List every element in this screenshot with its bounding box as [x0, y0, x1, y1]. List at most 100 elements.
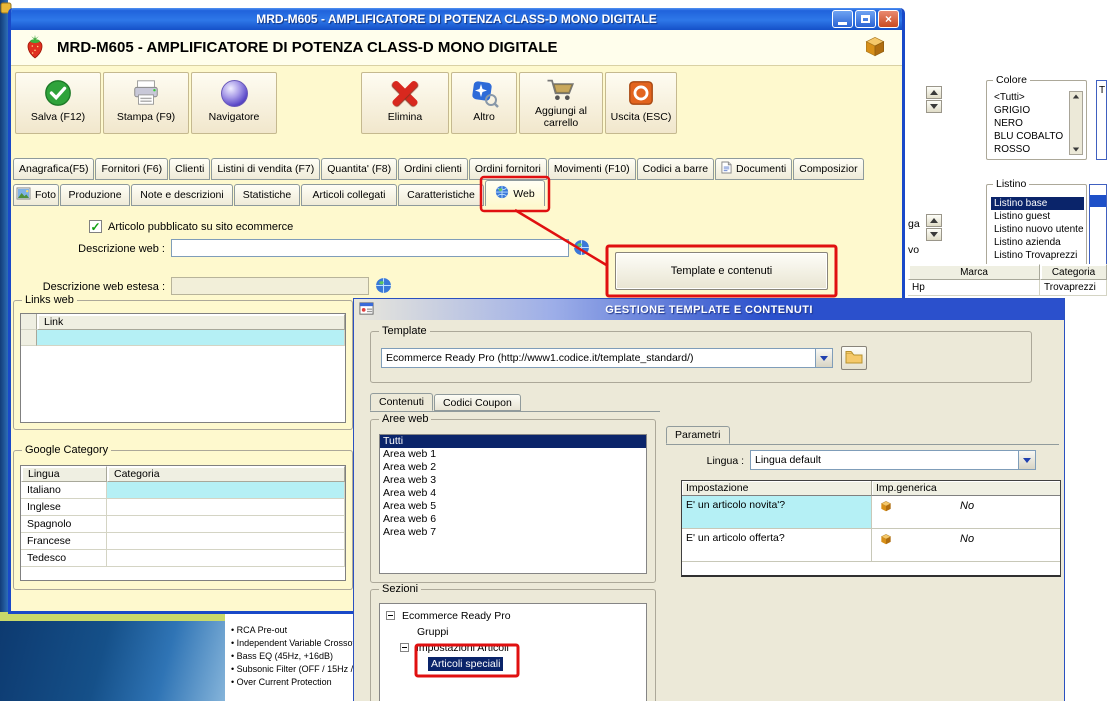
tab-articoli-collegati[interactable]: Articoli collegati: [301, 184, 397, 206]
tab-caratteristiche[interactable]: Caratteristiche: [398, 184, 484, 206]
tab-codici-barre[interactable]: Codici a barre: [636, 158, 715, 180]
list-item[interactable]: Area web 3: [380, 474, 646, 487]
list-item-selected[interactable]: Tutti: [380, 435, 646, 448]
background-spinner-colore[interactable]: [926, 86, 942, 114]
tab-foto[interactable]: Foto: [13, 184, 59, 206]
uscita-button[interactable]: Uscita (ESC): [605, 72, 677, 134]
scroll-up-icon[interactable]: [1072, 94, 1080, 99]
categoria-cell-selected[interactable]: [107, 482, 345, 499]
lingua-cell[interactable]: Francese: [21, 533, 107, 550]
tree-node-root[interactable]: Ecommerce Ready Pro: [386, 608, 514, 623]
spin-up-icon[interactable]: [926, 214, 942, 227]
lingua-cell[interactable]: Spagnolo: [21, 516, 107, 533]
list-item[interactable]: Area web 2: [380, 461, 646, 474]
dialog-titlebar[interactable]: GESTIONE TEMPLATE E CONTENUTI: [354, 299, 1064, 320]
tab-movimenti[interactable]: Movimenti (F10): [547, 158, 636, 180]
list-item[interactable]: Listino azienda: [991, 236, 1084, 249]
aggiungi-carrello-button[interactable]: Aggiungi al carrello: [519, 72, 603, 134]
link-cell-selected[interactable]: [37, 330, 345, 346]
lingua-cell[interactable]: Tedesco: [21, 550, 107, 567]
list-item[interactable]: GRIGIO: [991, 104, 1065, 117]
row-selector[interactable]: [21, 330, 37, 346]
impostazione-column-header[interactable]: Impostazione: [682, 481, 872, 496]
list-item[interactable]: BLU COBALTO: [991, 130, 1065, 143]
sezioni-tree[interactable]: Ecommerce Ready Pro Gruppi Impostazioni …: [379, 603, 647, 701]
browse-template-button[interactable]: [841, 346, 867, 370]
imp-generica-cell[interactable]: No: [872, 529, 1060, 562]
table-row[interactable]: E' un articolo offerta? No: [682, 529, 1060, 562]
tab-parametri[interactable]: Parametri: [666, 426, 730, 444]
marca-column-header[interactable]: Marca: [908, 264, 1040, 280]
categoria-cell[interactable]: [107, 533, 345, 550]
close-button[interactable]: [878, 10, 899, 28]
table-row[interactable]: Italiano: [21, 482, 345, 499]
impostazione-cell[interactable]: E' un articolo offerta?: [682, 529, 872, 562]
tab-produzione[interactable]: Produzione: [60, 184, 130, 206]
link-column-header[interactable]: Link: [37, 314, 345, 330]
table-row[interactable]: Tedesco: [21, 550, 345, 567]
table-row[interactable]: Inglese: [21, 499, 345, 516]
salva-button[interactable]: Salva (F12): [15, 72, 101, 134]
tree-node-gruppi[interactable]: Gruppi: [414, 624, 452, 639]
list-item[interactable]: Area web 5: [380, 500, 646, 513]
table-row[interactable]: Francese: [21, 533, 345, 550]
navigatore-button[interactable]: Navigatore: [191, 72, 277, 134]
globe-icon[interactable]: [573, 239, 590, 259]
tab-quantita[interactable]: Quantita' (F8): [321, 158, 398, 180]
imp-generica-column-header[interactable]: Imp.generica: [872, 481, 1060, 496]
lingua-cell[interactable]: Inglese: [21, 499, 107, 516]
tab-ordini-fornitori[interactable]: Ordini fornitori: [468, 158, 547, 180]
list-item[interactable]: Listino nuovo utente: [991, 223, 1084, 236]
ecommerce-publish-checkbox[interactable]: [89, 220, 102, 233]
collapse-icon[interactable]: [386, 611, 395, 620]
list-item[interactable]: Listino Trovaprezzi: [991, 249, 1084, 262]
tab-ordini-clienti[interactable]: Ordini clienti: [398, 158, 468, 180]
descrizione-web-input[interactable]: [171, 239, 569, 257]
tree-node-articoli-speciali[interactable]: Articoli speciali: [428, 656, 504, 671]
chevron-down-icon[interactable]: [1018, 451, 1035, 469]
template-contenuti-button[interactable]: Template e contenuti: [615, 252, 828, 290]
list-item[interactable]: Area web 4: [380, 487, 646, 500]
list-item[interactable]: Area web 6: [380, 513, 646, 526]
lingua-combobox[interactable]: Lingua default: [750, 450, 1036, 470]
lingua-column-header[interactable]: Lingua: [21, 466, 107, 482]
tab-fornitori[interactable]: Fornitori (F6): [95, 158, 169, 180]
tab-documenti[interactable]: Documenti: [715, 158, 793, 180]
collapse-icon[interactable]: [400, 643, 409, 652]
table-row[interactable]: [21, 330, 345, 346]
tab-web[interactable]: Web: [485, 180, 545, 206]
spin-up-icon[interactable]: [926, 86, 942, 99]
tab-listini-vendita[interactable]: Listini di vendita (F7): [211, 158, 321, 180]
stampa-button[interactable]: Stampa (F9): [103, 72, 189, 134]
categoria-column-header[interactable]: Categoria: [1040, 264, 1107, 280]
list-item[interactable]: ROSSO: [991, 143, 1065, 156]
impostazione-cell-selected[interactable]: E' un articolo novita'?: [682, 496, 872, 529]
spin-down-icon[interactable]: [926, 100, 942, 113]
lingua-cell[interactable]: Italiano: [21, 482, 107, 499]
spin-down-icon[interactable]: [926, 228, 942, 241]
table-row[interactable]: Hp Trovaprezzi: [908, 280, 1107, 296]
tab-statistiche[interactable]: Statistiche: [234, 184, 300, 206]
table-row[interactable]: E' un articolo novita'? No: [682, 496, 1060, 529]
tree-node-impostazioni-articoli[interactable]: Impostazioni Articoli: [400, 640, 512, 655]
categoria-cell[interactable]: [107, 499, 345, 516]
list-item[interactable]: Area web 1: [380, 448, 646, 461]
imp-generica-cell[interactable]: No: [872, 496, 1060, 529]
tab-note-descrizioni[interactable]: Note e descrizioni: [131, 184, 233, 206]
table-row[interactable]: Spagnolo: [21, 516, 345, 533]
list-item[interactable]: Listino guest: [991, 210, 1084, 223]
aree-web-listbox[interactable]: Tutti Area web 1 Area web 2 Area web 3 A…: [379, 434, 647, 574]
list-item[interactable]: <Tutti>: [991, 91, 1065, 104]
categoria-cell[interactable]: [107, 516, 345, 533]
tab-composizioni[interactable]: Composizior: [793, 158, 864, 180]
tab-codici-coupon[interactable]: Codici Coupon: [433, 394, 521, 411]
maximize-button[interactable]: [855, 10, 876, 28]
categoria-column-header[interactable]: Categoria: [107, 466, 345, 482]
template-combobox[interactable]: Ecommerce Ready Pro (http://www1.codice.…: [381, 348, 833, 368]
background-spinner-listino[interactable]: [926, 214, 942, 242]
chevron-down-icon[interactable]: [815, 349, 832, 367]
minimize-button[interactable]: [832, 10, 853, 28]
colore-scrollbar[interactable]: [1069, 91, 1083, 155]
categoria-cell[interactable]: [107, 550, 345, 567]
tab-clienti[interactable]: Clienti: [169, 158, 211, 180]
